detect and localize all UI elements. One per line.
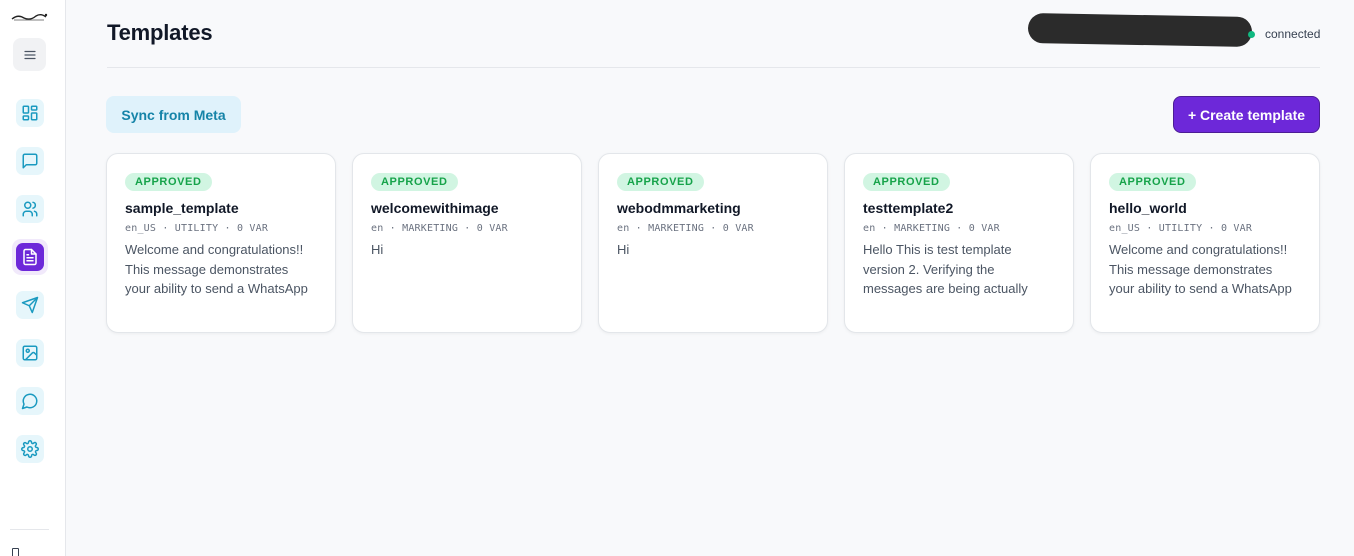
connection-status-text: connected [1265, 27, 1321, 41]
template-card-welcomewithimage[interactable]: APPROVED welcomewithimage en · MARKETING… [352, 153, 582, 333]
chat-icon [22, 153, 38, 169]
create-template-button[interactable]: + Create template [1173, 96, 1320, 133]
status-badge: APPROVED [617, 173, 704, 191]
template-meta: en · MARKETING · 0 VAR [371, 223, 508, 234]
template-meta: en_US · UTILITY · 0 VAR [125, 223, 269, 234]
template-meta: en_US · UTILITY · 0 VAR [1109, 223, 1253, 234]
redacted-account-name [1027, 13, 1253, 47]
template-card-sample-template[interactable]: APPROVED sample_template en_US · UTILITY… [106, 153, 336, 333]
sidebar [0, 0, 66, 556]
template-body-preview: Hello This is test template version 2. V… [863, 242, 1028, 302]
message-circle-icon [21, 393, 38, 410]
status-badge: APPROVED [1109, 173, 1196, 191]
template-meta: en · MARKETING · 0 VAR [617, 223, 754, 234]
template-name: testtemplate2 [863, 200, 954, 216]
template-card-webodmmarketing[interactable]: APPROVED webodmmarketing en · MARKETING … [598, 153, 828, 333]
users-icon [22, 201, 38, 217]
page-title: Templates [107, 20, 213, 45]
sidebar-footer-icon[interactable] [12, 548, 19, 556]
connection-status-dot [1248, 31, 1255, 38]
image-icon [22, 345, 38, 361]
template-name: hello_world [1109, 200, 1187, 216]
gear-icon [21, 440, 39, 458]
status-badge: APPROVED [125, 173, 212, 191]
header-divider [107, 67, 1320, 68]
menu-toggle-button[interactable] [13, 38, 46, 71]
template-card-hello-world[interactable]: APPROVED hello_world en_US · UTILITY · 0… [1090, 153, 1320, 333]
template-name: webodmmarketing [617, 200, 741, 216]
status-badge: APPROVED [863, 173, 950, 191]
hamburger-icon [23, 50, 36, 59]
sidebar-item-conversations[interactable] [16, 387, 44, 415]
sidebar-item-templates[interactable] [12, 239, 48, 275]
template-body-preview: Hi [371, 242, 384, 257]
send-icon [21, 296, 39, 314]
sidebar-item-contacts[interactable] [16, 195, 44, 223]
template-card-testtemplate2[interactable]: APPROVED testtemplate2 en · MARKETING · … [844, 153, 1074, 333]
status-badge: APPROVED [371, 173, 458, 191]
sidebar-item-campaigns[interactable] [16, 291, 44, 319]
template-meta: en · MARKETING · 0 VAR [863, 223, 1000, 234]
template-body-preview: Hi [617, 242, 630, 257]
template-body-preview: Welcome and congratulations!! This messa… [125, 242, 311, 302]
template-name: welcomewithimage [371, 200, 499, 216]
sidebar-item-dashboard[interactable] [16, 99, 44, 127]
template-body-preview: Welcome and congratulations!! This messa… [1109, 242, 1292, 302]
sync-from-meta-button[interactable]: Sync from Meta [106, 96, 241, 133]
sidebar-active-indicator [16, 243, 44, 271]
document-icon [23, 248, 37, 266]
dashboard-icon [22, 105, 38, 121]
logo-icon[interactable] [10, 11, 48, 23]
sidebar-item-chats[interactable] [16, 147, 44, 175]
sidebar-item-settings[interactable] [16, 435, 44, 463]
template-name: sample_template [125, 200, 239, 216]
sidebar-divider [10, 529, 49, 530]
sidebar-item-media[interactable] [16, 339, 44, 367]
